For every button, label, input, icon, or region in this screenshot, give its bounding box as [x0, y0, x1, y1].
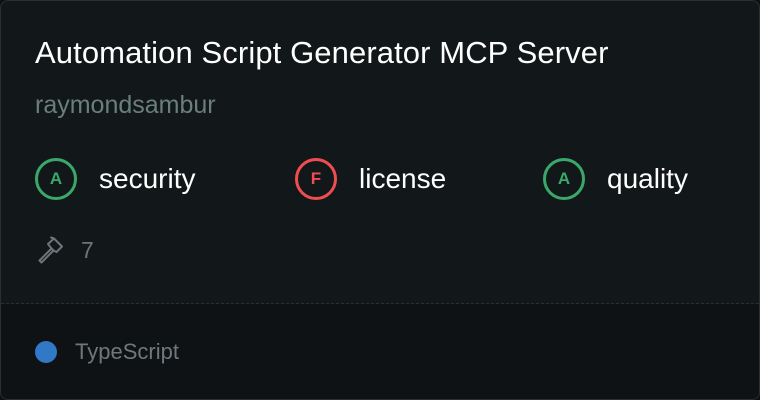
score-license: F license: [295, 157, 446, 201]
server-author[interactable]: raymondsambur: [35, 91, 216, 120]
language-indicator: TypeScript: [35, 337, 179, 367]
license-label: license: [359, 163, 447, 194]
server-title[interactable]: Automation Script Generator MCP Server: [35, 35, 609, 71]
mcp-server-card[interactable]: Automation Script Generator MCP Server r…: [0, 0, 760, 400]
security-grade-badge: A: [35, 158, 77, 200]
hammer-icon: [35, 235, 65, 265]
score-security: A security: [35, 157, 195, 201]
license-grade-badge: F: [295, 158, 337, 200]
score-quality: A quality: [543, 157, 688, 201]
quality-label: quality: [607, 163, 688, 194]
footer-divider: [1, 303, 759, 304]
language-color-dot: [35, 341, 57, 363]
tools-count-value: 7: [81, 236, 94, 263]
security-label: security: [99, 163, 196, 194]
tools-count: 7: [35, 233, 94, 267]
language-name: TypeScript: [75, 339, 179, 364]
quality-grade-badge: A: [543, 158, 585, 200]
